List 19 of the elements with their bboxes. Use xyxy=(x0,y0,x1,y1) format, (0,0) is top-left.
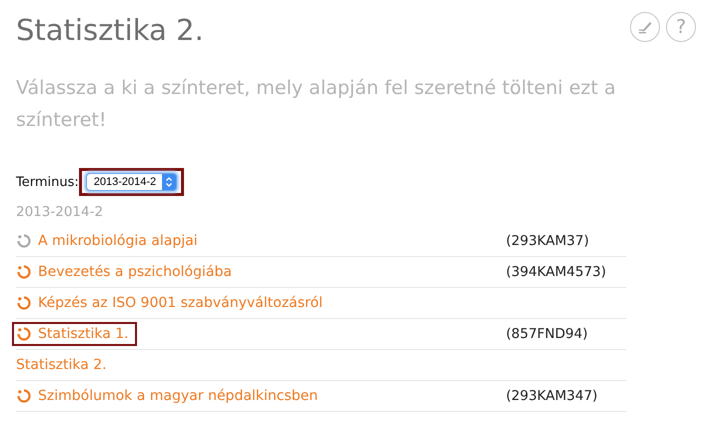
course-link[interactable]: Bevezetés a pszichológiába xyxy=(38,264,232,280)
instruction-text: Válassza a ki a színteret, mely alapján fel szeretné tölteni ezt a színteret! xyxy=(16,76,617,133)
course-code: (293KAM347) xyxy=(506,388,599,404)
course-link[interactable]: A mikrobiológia alapjai xyxy=(38,233,198,249)
course-code: (857FND94) xyxy=(506,326,589,342)
edit-button[interactable] xyxy=(630,12,660,42)
course-link[interactable]: Statisztika 1. xyxy=(38,326,129,342)
group-heading: 2013-2014-2 xyxy=(16,203,104,222)
term-label: Terminus: xyxy=(16,174,79,190)
course-link[interactable]: Statisztika 2. xyxy=(16,357,107,373)
page-title: Statisztika 2. xyxy=(16,12,204,49)
course-code: (293KAM37) xyxy=(506,233,590,249)
pencil-icon xyxy=(637,19,653,35)
updown-icon xyxy=(162,174,176,190)
course-link[interactable]: Képzés az ISO 9001 szabványváltozásról xyxy=(38,295,323,311)
term-dropdown[interactable]: 2013-2014-2 xyxy=(86,173,178,191)
course-code: (394KAM4573) xyxy=(506,264,608,280)
help-button[interactable]: ? xyxy=(666,12,696,42)
course-link[interactable]: Szimbólumok a magyar népdalkincsben xyxy=(38,388,318,404)
